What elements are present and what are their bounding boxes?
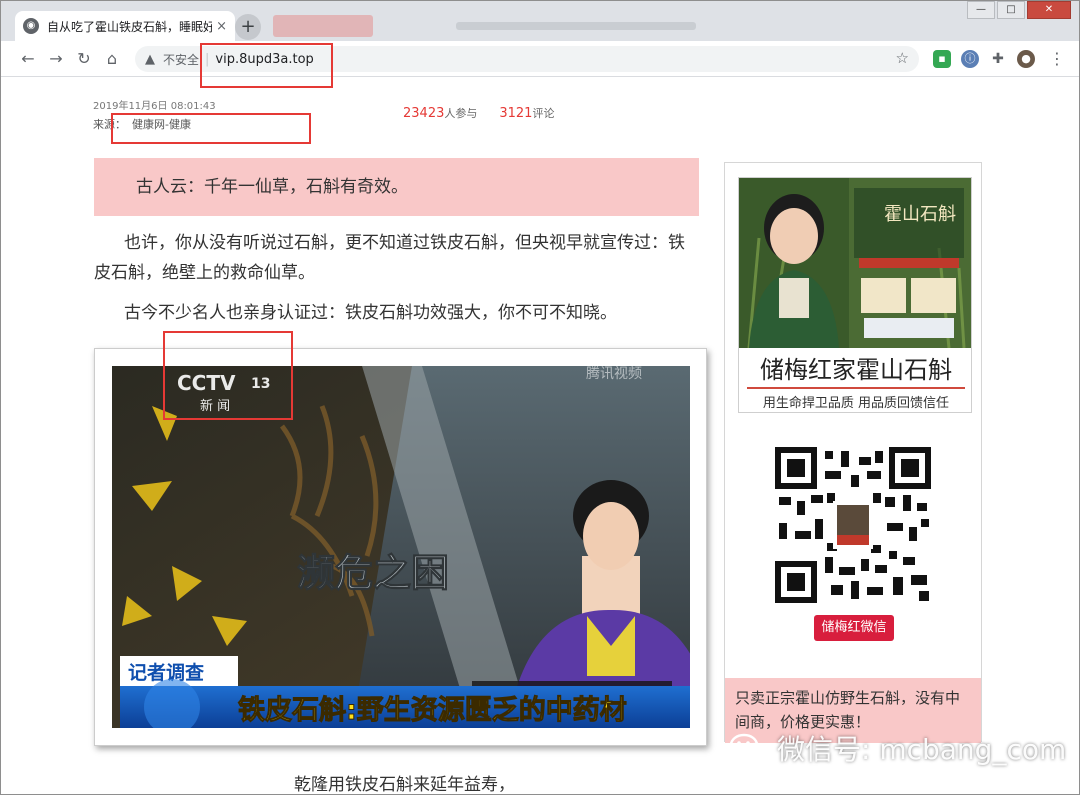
tab-close-icon[interactable]: × [216,19,227,34]
page-content: 2019年11月6日 08:01:43 来源： 健康网-健康 23423人参与 31… [1,78,1079,795]
ad-divider [747,387,965,389]
source-value: 健康网-健康 [132,118,191,131]
corner-logo: 腾讯视频 [586,366,642,382]
maximize-button[interactable]: □ [997,1,1025,19]
home-icon[interactable]: ⌂ [101,48,123,70]
paragraph-3: 乾隆用铁皮石斛来延年益寿， [294,775,515,795]
minimize-button[interactable]: — [967,1,995,19]
extension-blue-icon[interactable]: ⓘ [961,50,979,68]
overlay-title-text: 濒危之困 [297,551,449,595]
close-window-button[interactable]: ✕ [1027,1,1071,19]
ad-photo: 霍山石斛 [739,178,971,348]
extensions-puzzle-icon[interactable]: ✚ [989,50,1007,68]
wechat-icon [729,733,769,762]
ad-card[interactable]: 霍山石斛 储梅红家霍山石斛 用生命捍卫品质 用品质回馈信任 [738,177,972,413]
quote-box: 古人云：千年一仙草，石斛有奇效。 [94,158,699,216]
channel-logo: CCTV [177,371,236,395]
headline-text: 铁皮石斛:野生资源匮乏的中药材 [238,694,627,726]
ad-badge: 霍山石斛 [884,204,956,225]
paragraph-2: 古今不少名人也亲身认证过：铁皮石斛功效强大，你不可不知晓。 [124,303,617,323]
globe-icon: ◉ [23,18,39,34]
ad-photo-image: 霍山石斛 [739,178,971,348]
address-bar[interactable]: ▲ 不安全 | vip.8upd3a.top ☆ [135,46,919,72]
background-content-blur [273,15,373,37]
video-scene-image: 濒危之困 CCTV 13 新 闻 腾讯视频 记者调查 铁皮石斛:野生资源匮乏的中… [112,366,690,728]
back-arrow-icon[interactable]: ← [17,48,39,70]
tab-title: 自从吃了霍山铁皮石斛，睡眠好了 [47,19,213,34]
comments-label[interactable]: 评论 [532,107,554,120]
article-date: 2019年11月6日 08:01:43 [93,101,216,112]
participants-label: 人参与 [444,107,478,120]
channel-name: 新 闻 [200,398,230,414]
forward-arrow-icon[interactable]: → [45,48,67,70]
menu-dots-icon[interactable]: ⋮ [1049,49,1065,68]
title-bar: ◉ 自从吃了霍山铁皮石斛，睡眠好了 × + — □ ✕ [1,1,1079,41]
browser-toolbar: ← → ↻ ⌂ ▲ 不安全 | vip.8upd3a.top ☆ ▪ ⓘ ✚ ●… [1,41,1079,77]
article-stats: 23423人参与 3121评论 [403,105,554,121]
article-source: 来源： 健康网-健康 [93,116,191,132]
bookmark-star-icon[interactable]: ☆ [896,49,909,67]
source-label: 来源： [93,118,126,131]
browser-tab[interactable]: ◉ 自从吃了霍山铁皮石斛，睡眠好了 × [15,11,235,41]
extension-green-icon[interactable]: ▪ [933,50,951,68]
wechat-qr-code [775,447,931,603]
participants-count: 23423 [403,106,445,121]
video-still[interactable]: 濒危之困 CCTV 13 新 闻 腾讯视频 记者调查 铁皮石斛:野生资源匮乏的中… [112,366,690,728]
profile-avatar-icon[interactable]: ● [1017,50,1035,68]
background-text-blur [456,22,696,30]
wechat-button[interactable]: 储梅红微信 [814,615,894,641]
new-tab-button[interactable]: + [235,14,261,40]
watermark-text: 微信号: mcbang_com [777,733,1067,766]
ad-slogan: 用生命捍卫品质 用品质回馈信任 [762,396,950,411]
sidebar: 霍山石斛 储梅红家霍山石斛 用生命捍卫品质 用品质回馈信任 储梅红微信 只卖正宗… [724,162,982,743]
browser-window: ◉ 自从吃了霍山铁皮石斛，睡眠好了 × + — □ ✕ ← → ↻ ⌂ ▲ 不安… [0,0,1080,795]
comments-count: 3121 [499,106,533,121]
channel-number: 13 [251,376,270,392]
paragraph-1: 也许，你从没有听说过石斛，更不知道过铁皮石斛，但央视早就宣传过：铁皮石斛，绝壁上… [94,233,685,283]
insecure-label: 不安全 [163,52,200,67]
video-frame: 濒危之困 CCTV 13 新 闻 腾讯视频 记者调查 铁皮石斛:野生资源匮乏的中… [94,348,707,746]
window-controls: — □ ✕ [965,1,1071,19]
warning-icon: ▲ [145,51,155,67]
wechat-watermark: 微信号: mcbang_com [729,728,1066,768]
reload-icon[interactable]: ↻ [73,48,95,70]
ad-brand-name: 储梅红家霍山石斛 [760,356,952,384]
url-text[interactable]: vip.8upd3a.top [215,52,313,67]
address-divider: | [205,51,210,67]
